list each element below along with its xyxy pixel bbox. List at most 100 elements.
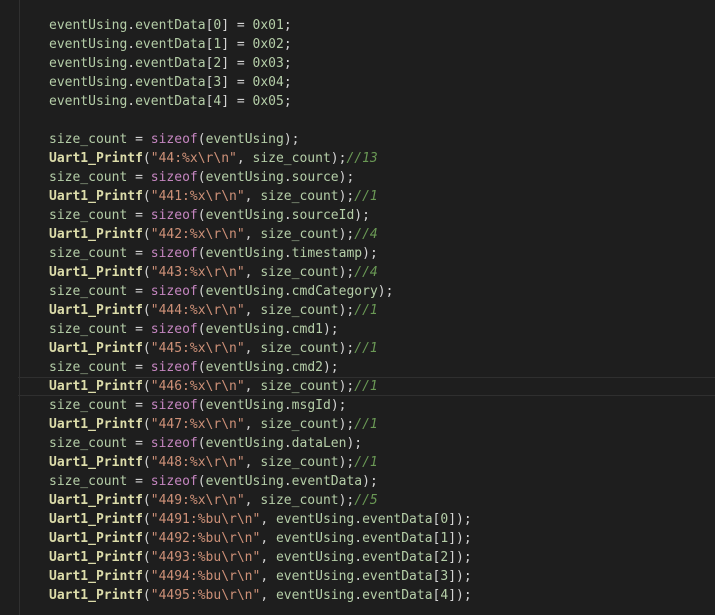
code-token: ); bbox=[338, 341, 355, 356]
code-token: Uart1_Printf bbox=[49, 550, 143, 565]
code-token: size_count bbox=[49, 208, 128, 223]
code-line[interactable]: eventUsing.eventData[3] = 0x04; bbox=[0, 73, 715, 92]
code-token: ( bbox=[197, 170, 206, 185]
code-token: Uart1_Printf bbox=[49, 189, 143, 204]
code-line[interactable]: Uart1_Printf("449:%x\r\n", size_count);/… bbox=[0, 491, 715, 510]
code-token: ); bbox=[338, 417, 355, 432]
code-line[interactable]: size_count = sizeof(eventUsing.timestamp… bbox=[0, 244, 715, 263]
code-token: eventUsing bbox=[275, 550, 355, 565]
code-token: 0x02 bbox=[252, 37, 284, 52]
code-token: . bbox=[283, 170, 292, 185]
code-token: //13 bbox=[346, 151, 378, 166]
code-token: eventData bbox=[291, 474, 363, 489]
code-token: ); bbox=[338, 265, 355, 280]
code-token: ( bbox=[142, 151, 151, 166]
code-line[interactable]: size_count = sizeof(eventUsing.msgId); bbox=[0, 396, 715, 415]
code-line[interactable] bbox=[0, 111, 715, 130]
code-token: size_count bbox=[260, 341, 339, 356]
code-token: = bbox=[229, 18, 253, 33]
code-token: ); bbox=[362, 474, 378, 489]
code-token: = bbox=[229, 37, 253, 52]
code-line[interactable]: eventUsing.eventData[1] = 0x02; bbox=[0, 35, 715, 54]
code-token: ); bbox=[322, 360, 339, 375]
code-line[interactable]: Uart1_Printf("442:%x\r\n", size_count);/… bbox=[0, 225, 715, 244]
code-token: ); bbox=[354, 208, 370, 223]
code-token: Uart1_Printf bbox=[49, 303, 143, 318]
code-token: size_count bbox=[260, 417, 339, 432]
code-line[interactable]: Uart1_Printf("444:%x\r\n", size_count);/… bbox=[0, 301, 715, 320]
code-line[interactable]: Uart1_Printf("4493:%bu\r\n", eventUsing.… bbox=[0, 548, 715, 567]
code-line[interactable]: Uart1_Printf("448:%x\r\n", size_count);/… bbox=[0, 453, 715, 472]
code-line[interactable]: size_count = sizeof(eventUsing.source); bbox=[0, 168, 715, 187]
current-code-line[interactable]: Uart1_Printf("446:%x\r\n", size_count);/… bbox=[0, 377, 715, 396]
code-token: ); bbox=[456, 531, 472, 546]
code-line[interactable]: Uart1_Printf("445:%x\r\n", size_count);/… bbox=[0, 339, 715, 358]
code-line[interactable]: Uart1_Printf("4491:%bu\r\n", eventUsing.… bbox=[0, 510, 715, 529]
code-token: . bbox=[127, 37, 136, 52]
code-line[interactable]: size_count = sizeof(eventUsing.cmd1); bbox=[0, 320, 715, 339]
code-token: "4492:%bu\r\n" bbox=[150, 531, 261, 546]
code-token: "4493:%bu\r\n" bbox=[150, 550, 261, 565]
code-token: cmd1 bbox=[291, 322, 323, 337]
code-token: ( bbox=[142, 341, 151, 356]
code-token: ); bbox=[338, 170, 355, 185]
code-line[interactable]: eventUsing.eventData[4] = 0x05; bbox=[0, 92, 715, 111]
code-token: , bbox=[236, 151, 253, 166]
code-token: "4494:%bu\r\n" bbox=[150, 569, 261, 584]
code-token: ); bbox=[456, 569, 472, 584]
code-line[interactable]: Uart1_Printf("4495:%bu\r\n", eventUsing.… bbox=[0, 586, 715, 605]
code-token: = bbox=[127, 208, 151, 223]
code-line[interactable]: eventUsing.eventData[2] = 0x03; bbox=[0, 54, 715, 73]
code-token: , bbox=[244, 455, 261, 470]
code-line[interactable]: Uart1_Printf("4492:%bu\r\n", eventUsing.… bbox=[0, 529, 715, 548]
code-token: . bbox=[283, 474, 292, 489]
code-line[interactable]: size_count = sizeof(eventUsing.eventData… bbox=[0, 472, 715, 491]
code-token: , bbox=[244, 189, 261, 204]
code-line[interactable]: size_count = sizeof(eventUsing.dataLen); bbox=[0, 434, 715, 453]
code-line[interactable]: Uart1_Printf("44:%x\r\n", size_count);//… bbox=[0, 149, 715, 168]
code-token: . bbox=[354, 569, 363, 584]
code-token: ( bbox=[142, 512, 151, 527]
code-token: "442:%x\r\n" bbox=[150, 227, 245, 242]
code-token: size_count bbox=[49, 322, 128, 337]
code-token: ); bbox=[456, 588, 472, 603]
code-line[interactable]: Uart1_Printf("447:%x\r\n", size_count);/… bbox=[0, 415, 715, 434]
code-token: "4491:%bu\r\n" bbox=[150, 512, 261, 527]
code-token: eventData bbox=[362, 550, 433, 565]
code-line[interactable]: size_count = sizeof(eventUsing.sourceId)… bbox=[0, 206, 715, 225]
code-token: eventUsing bbox=[49, 56, 128, 71]
code-line[interactable]: Uart1_Printf("4494:%bu\r\n", eventUsing.… bbox=[0, 567, 715, 586]
code-token: Uart1_Printf bbox=[49, 569, 143, 584]
code-token: , bbox=[260, 569, 276, 584]
code-line[interactable]: Uart1_Printf("443:%x\r\n", size_count);/… bbox=[0, 263, 715, 282]
code-token: . bbox=[127, 18, 136, 33]
code-token: eventData bbox=[135, 18, 206, 33]
code-token: eventUsing bbox=[49, 18, 128, 33]
code-token: eventUsing bbox=[205, 132, 284, 147]
code-token: eventUsing bbox=[205, 284, 284, 299]
code-token: size_count bbox=[49, 284, 128, 299]
code-token: ( bbox=[142, 265, 151, 280]
code-line[interactable]: Uart1_Printf("441:%x\r\n", size_count);/… bbox=[0, 187, 715, 206]
code-token: eventData bbox=[135, 37, 206, 52]
code-line[interactable]: size_count = sizeof(eventUsing.cmd2); bbox=[0, 358, 715, 377]
code-token: ); bbox=[322, 322, 339, 337]
code-token: . bbox=[283, 322, 292, 337]
code-token: eventUsing bbox=[49, 75, 128, 90]
code-token: = bbox=[229, 56, 253, 71]
code-token: size_count bbox=[260, 379, 339, 394]
code-line[interactable]: size_count = sizeof(eventUsing.cmdCatego… bbox=[0, 282, 715, 301]
code-token: ] bbox=[221, 56, 230, 71]
code-token: ); bbox=[330, 398, 347, 413]
code-token: . bbox=[354, 512, 363, 527]
code-editor[interactable]: eventUsing.eventData[0] = 0x01; eventUsin… bbox=[0, 0, 715, 615]
code-line[interactable]: eventUsing.eventData[0] = 0x01; bbox=[0, 16, 715, 35]
code-token: . bbox=[354, 550, 363, 565]
code-area[interactable]: eventUsing.eventData[0] = 0x01; eventUsin… bbox=[0, 16, 715, 605]
code-token: eventData bbox=[135, 94, 206, 109]
code-token: ( bbox=[142, 455, 151, 470]
code-token: . bbox=[283, 208, 292, 223]
code-line[interactable]: size_count = sizeof(eventUsing); bbox=[0, 130, 715, 149]
code-token: , bbox=[260, 531, 276, 546]
code-token: . bbox=[127, 56, 136, 71]
